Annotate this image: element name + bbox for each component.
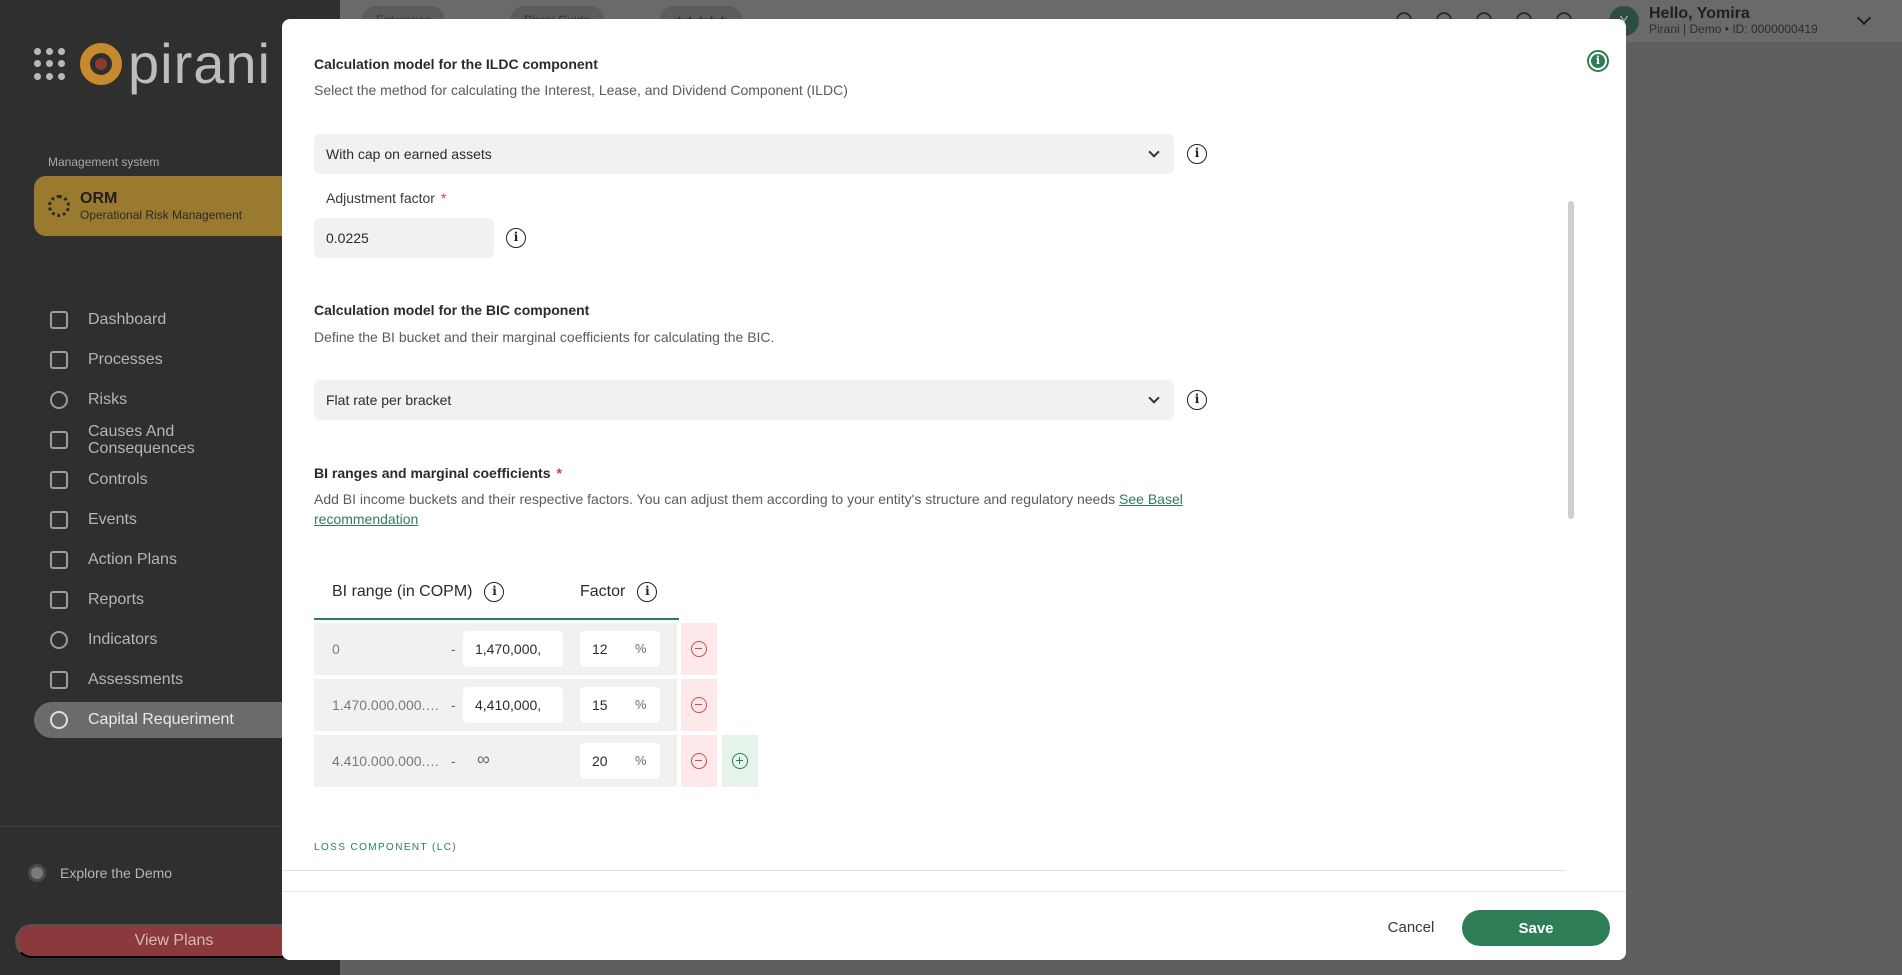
chevron-down-icon	[1148, 146, 1160, 158]
bic-description: Define the BI bucket and their marginal …	[314, 329, 775, 345]
bic-method-value: Flat rate per bracket	[326, 392, 452, 408]
user-menu[interactable]: Y Hello, Yomira Pirani | Demo • ID: 0000…	[1609, 5, 1818, 36]
remove-row-button[interactable]	[681, 735, 717, 787]
sliders-icon	[50, 471, 68, 489]
add-row-button[interactable]	[722, 735, 758, 787]
alert-circle-icon	[50, 391, 68, 409]
bic-method-select[interactable]: Flat rate per bracket	[314, 380, 1174, 420]
checklist-icon	[50, 551, 68, 569]
toggle-icon	[28, 864, 46, 882]
range-separator: -	[451, 641, 456, 657]
range-to-input[interactable]	[463, 687, 563, 723]
management-system-label: Management system	[48, 155, 160, 169]
bar-chart-icon	[50, 591, 68, 609]
bi-range-header: BI range (in COPM) i	[332, 582, 505, 602]
ildc-description: Select the method for calculating the In…	[314, 82, 848, 98]
list-icon	[50, 351, 68, 369]
info-circle-icon[interactable]	[1587, 50, 1609, 72]
ildc-method-select[interactable]: With cap on earned assets	[314, 134, 1174, 174]
dollar-circle-icon	[50, 711, 68, 729]
factor-header: Factor i	[580, 582, 658, 602]
factor-input[interactable]: 20 %	[580, 743, 660, 779]
assessment-icon	[50, 671, 68, 689]
user-greeting: Hello, Yomira	[1649, 5, 1750, 22]
modal-body[interactable]: Calculation model for the ILDC component…	[282, 19, 1566, 891]
app-grid-icon[interactable]	[34, 48, 66, 80]
gear-icon	[48, 195, 70, 217]
ildc-method-value: With cap on earned assets	[326, 146, 492, 162]
bi-ranges-title: BI ranges and marginal coefficients *	[314, 465, 562, 481]
section-divider	[282, 870, 1566, 871]
chevron-down-icon	[1148, 392, 1160, 404]
remove-row-button[interactable]	[681, 623, 717, 675]
remove-row-button[interactable]	[681, 679, 717, 731]
minus-circle-icon	[691, 753, 707, 769]
info-icon[interactable]: i	[637, 582, 658, 602]
cancel-button[interactable]: Cancel	[1356, 911, 1466, 943]
adjustment-factor-input[interactable]	[314, 218, 494, 258]
range-separator: -	[451, 753, 456, 769]
loss-component-label: LOSS COMPONENT (LC)	[314, 842, 458, 853]
layers-icon	[50, 431, 68, 449]
bic-title: Calculation model for the BIC component	[314, 302, 590, 318]
info-icon[interactable]: i	[1187, 144, 1207, 164]
range-to-input[interactable]	[463, 631, 563, 667]
user-subtitle: Pirani | Demo • ID: 0000000419	[1649, 22, 1818, 36]
minus-circle-icon	[691, 697, 707, 713]
module-code: ORM	[80, 190, 118, 207]
save-button[interactable]: Save	[1462, 910, 1610, 946]
infinity-icon: ∞	[477, 749, 490, 769]
module-name: Operational Risk Management	[80, 208, 243, 222]
capital-requirement-modal: Calculation model for the ILDC component…	[282, 19, 1626, 960]
ildc-title: Calculation model for the ILDC component	[314, 56, 598, 72]
range-from: 0	[332, 641, 340, 657]
target-icon	[50, 631, 68, 649]
pirani-logo: pirani	[80, 36, 271, 92]
info-icon[interactable]: i	[484, 582, 505, 602]
adjustment-factor-label: Adjustment factor *	[326, 190, 447, 206]
factor-input[interactable]: 15 %	[580, 687, 660, 723]
bi-ranges-help: Add BI income buckets and their respecti…	[314, 491, 1183, 527]
modal-footer: Cancel Save	[282, 891, 1626, 960]
table-header-underline	[314, 618, 679, 620]
info-icon[interactable]: i	[506, 228, 526, 248]
monitor-icon	[50, 311, 68, 329]
range-separator: -	[451, 697, 456, 713]
brand: pirani	[34, 36, 271, 92]
range-from: 1.470.000.000.000	[332, 697, 440, 713]
factor-input[interactable]: 12 %	[580, 631, 660, 667]
warning-triangle-icon	[50, 511, 68, 529]
scrollbar-thumb[interactable]	[1568, 201, 1574, 519]
plus-circle-icon	[732, 753, 748, 769]
minus-circle-icon	[691, 641, 707, 657]
range-from: 4.410.000.000.000	[332, 753, 440, 769]
explore-demo[interactable]: Explore the Demo	[28, 864, 172, 882]
info-icon[interactable]: i	[1187, 390, 1207, 410]
